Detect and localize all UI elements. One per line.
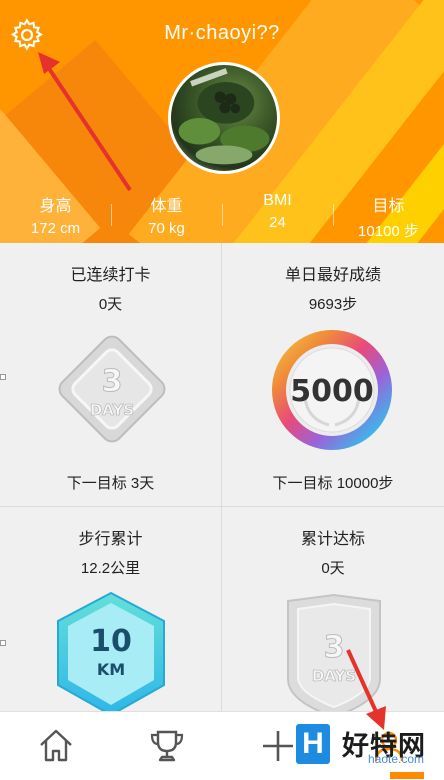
badge-unit: DAYS — [312, 667, 356, 685]
card-goal-days[interactable]: 累计达标 0天 3 DAYS — [222, 507, 444, 711]
badge-number: 10 — [90, 624, 132, 659]
card-title: 步行累计 — [78, 531, 143, 548]
stat-goal[interactable]: 目标 10100 步 — [333, 190, 444, 240]
user-name: Mr·chaoyi?? — [164, 22, 280, 44]
stat-value: 10100 步 — [358, 223, 419, 240]
avatar[interactable] — [168, 62, 280, 174]
stat-label: 身高 — [39, 198, 72, 215]
distance-badge-icon: 10 KM — [57, 591, 165, 711]
card-total-distance[interactable]: 步行累计 12.2公里 10 KM — [0, 507, 222, 711]
badge-unit: KM — [97, 660, 125, 679]
badge-unit: DAYS — [90, 401, 134, 419]
stat-value: 172 cm — [30, 220, 81, 237]
card-title: 单日最好成绩 — [284, 267, 381, 284]
scroll-marker — [0, 374, 6, 380]
scroll-marker — [0, 640, 6, 646]
badge-number: 3 — [324, 630, 345, 665]
achievement-grid: 已连续打卡 0天 3 DAYS 下一目标 3天 单日最好成绩 9693步 500… — [0, 243, 444, 711]
card-value: 12.2公里 — [80, 560, 141, 577]
nav-home[interactable] — [0, 712, 111, 780]
stat-label: 体重 — [150, 198, 183, 215]
card-value: 0天 — [321, 560, 345, 577]
stat-weight[interactable]: 体重 70 kg — [111, 190, 222, 240]
card-value: 0天 — [98, 296, 123, 313]
days-badge-icon: 3 DAYS — [58, 335, 166, 443]
stat-label: 目标 — [372, 198, 405, 215]
medal-number: 5000 — [290, 374, 374, 409]
card-best-day[interactable]: 单日最好成绩 9693步 5000 下一目标 10000步 — [222, 243, 444, 507]
card-title: 已连续打卡 — [70, 267, 151, 284]
home-icon — [39, 729, 72, 762]
steps-medal-icon: 5000 — [272, 330, 392, 450]
body-stats-row: 身高 172 cm 体重 70 kg BMI 24 目标 10100 步 — [0, 190, 444, 240]
stat-value: 70 kg — [148, 220, 185, 237]
watermark-url: haote.com — [368, 752, 425, 766]
badge-number: 3 — [102, 364, 123, 399]
stat-bmi[interactable]: BMI 24 — [222, 190, 333, 240]
next-goal: 下一目标 10000步 — [272, 475, 394, 492]
watermark-logo: H — [296, 724, 330, 764]
next-goal: 下一目标 3天 — [66, 475, 155, 492]
profile-header: Mr·chaoyi?? 身高 172 cm 体重 70 kg BMI 24 目标… — [0, 0, 444, 243]
active-tab-indicator — [390, 772, 424, 779]
card-value: 9693步 — [308, 296, 358, 313]
stat-label: BMI — [263, 192, 292, 209]
plus-icon — [262, 731, 293, 761]
nav-achievements[interactable] — [111, 712, 222, 780]
card-consecutive-checkin[interactable]: 已连续打卡 0天 3 DAYS 下一目标 3天 — [0, 243, 222, 507]
card-title: 累计达标 — [300, 531, 365, 548]
stat-height[interactable]: 身高 172 cm — [0, 190, 111, 240]
shield-badge-icon: 3 DAYS — [287, 593, 381, 711]
stat-value: 24 — [269, 214, 286, 231]
trophy-icon — [150, 730, 183, 762]
